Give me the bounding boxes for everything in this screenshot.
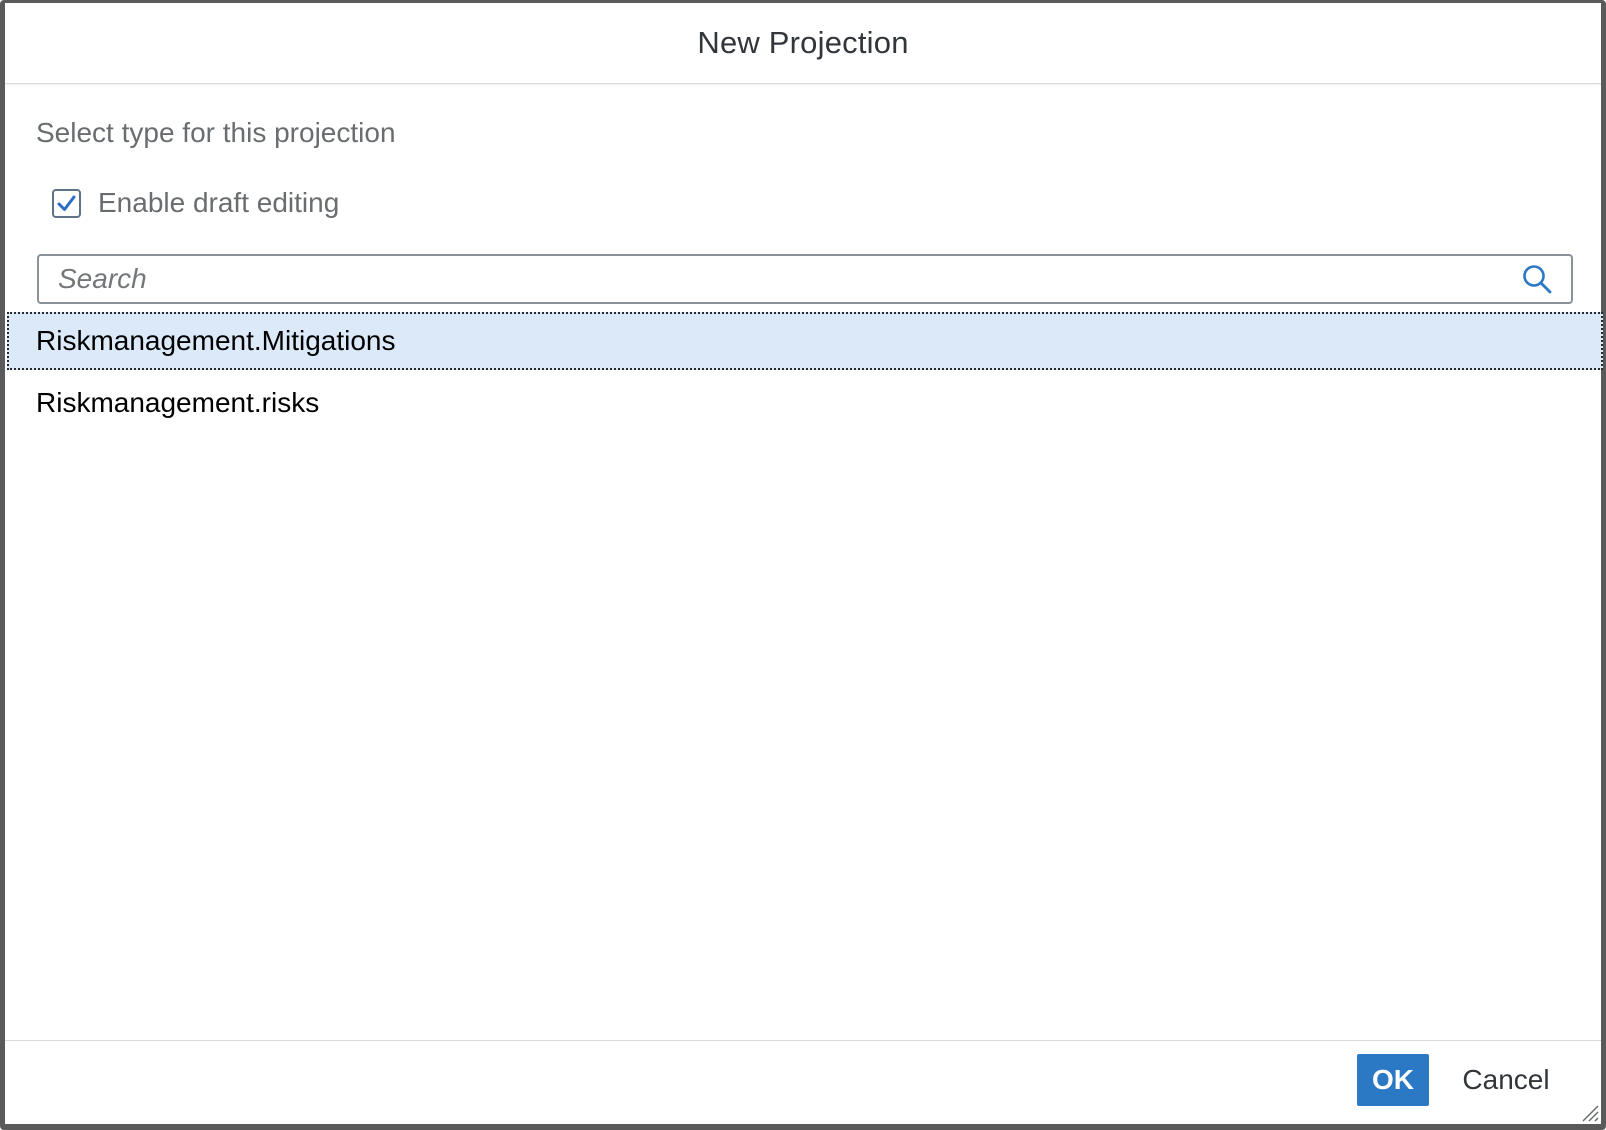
- new-projection-dialog: New Projection Select type for this proj…: [0, 0, 1606, 1130]
- dialog-header: New Projection: [5, 3, 1601, 84]
- ok-button[interactable]: OK: [1357, 1054, 1429, 1106]
- enable-draft-editing-option[interactable]: Enable draft editing: [52, 183, 339, 223]
- search-icon[interactable]: [1519, 261, 1555, 297]
- list-item-label: Riskmanagement.risks: [36, 387, 320, 418]
- dialog-footer: OK Cancel: [5, 1040, 1601, 1124]
- resize-grip-icon[interactable]: [1581, 1104, 1599, 1122]
- enable-draft-editing-label: Enable draft editing: [98, 187, 340, 218]
- checkmark-icon: [57, 195, 76, 211]
- enable-draft-editing-checkbox[interactable]: [52, 188, 81, 218]
- list-item[interactable]: Riskmanagement.risks: [7, 374, 1603, 432]
- list-item[interactable]: Riskmanagement.Mitigations: [7, 312, 1603, 370]
- list-item-label: Riskmanagement.Mitigations: [36, 325, 396, 356]
- dialog-subtitle: Select type for this projection: [36, 117, 396, 148]
- type-list: Riskmanagement.Mitigations Riskmanagemen…: [7, 312, 1603, 436]
- search-field[interactable]: [37, 254, 1573, 304]
- cancel-button[interactable]: Cancel: [1451, 1054, 1561, 1106]
- dialog-title: New Projection: [697, 25, 909, 60]
- search-input[interactable]: [39, 255, 1519, 303]
